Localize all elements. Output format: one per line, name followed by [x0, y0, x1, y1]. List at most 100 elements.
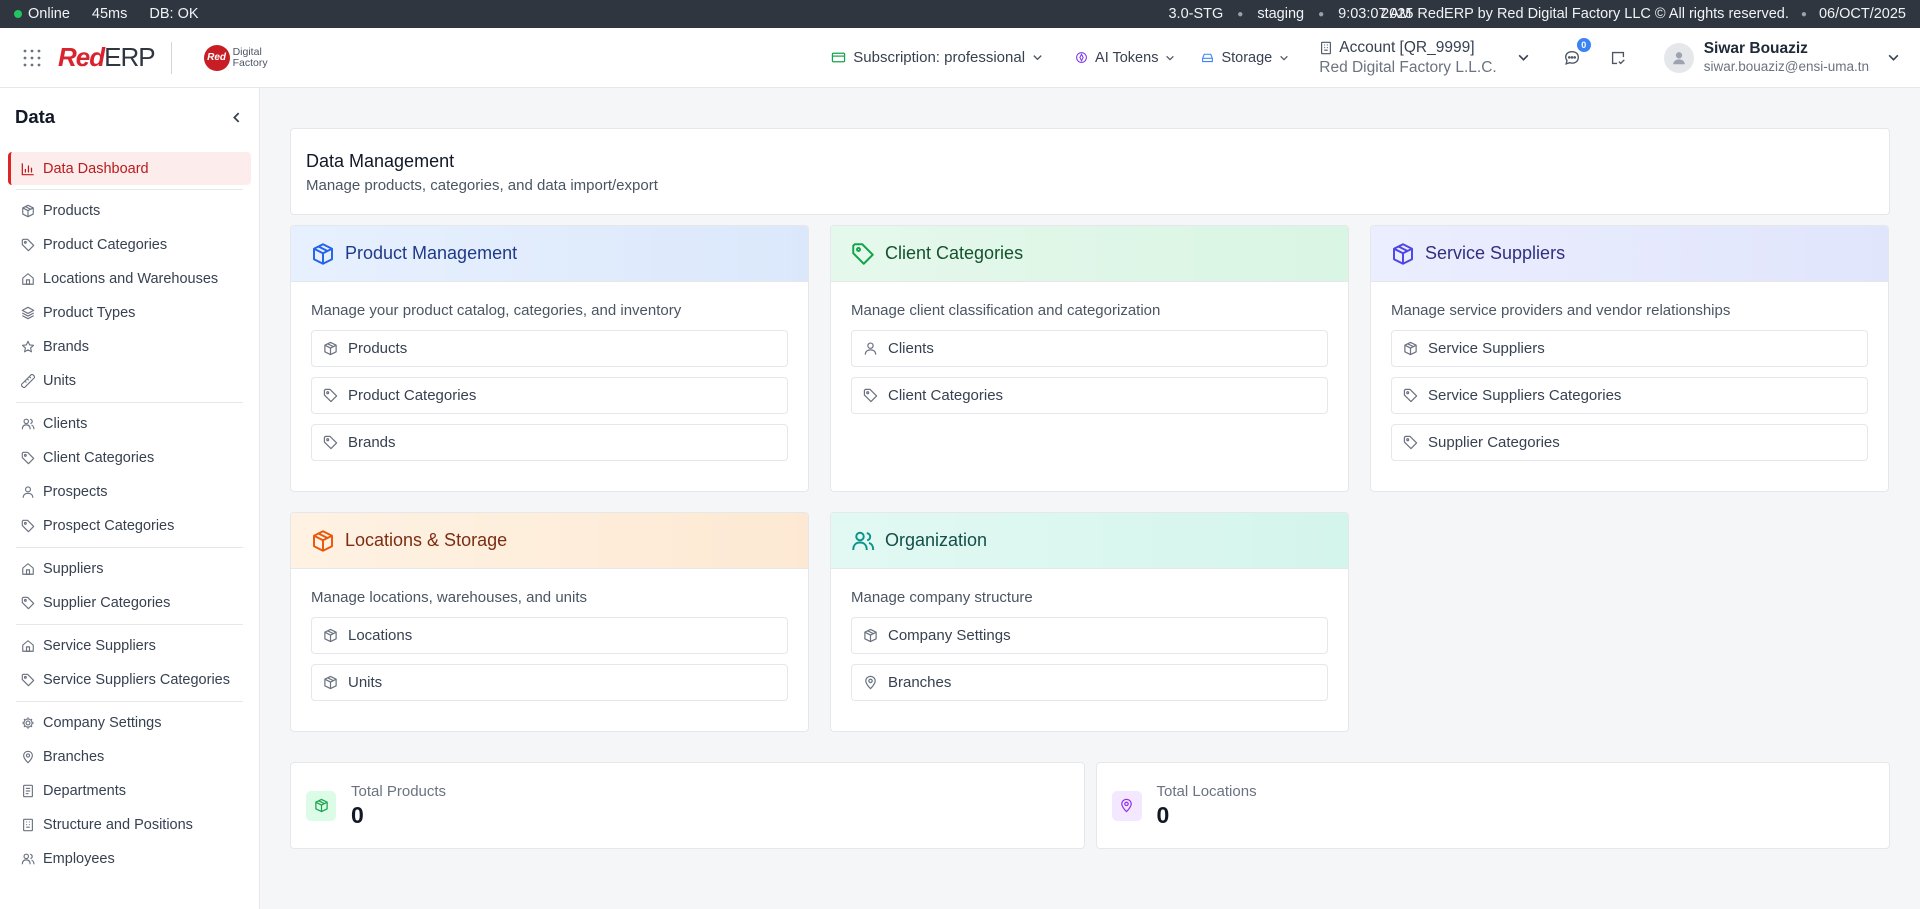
collapse-sidebar-icon[interactable] [230, 111, 243, 124]
credit-card-icon [831, 50, 846, 65]
box-icon [323, 341, 338, 356]
separator-dot-icon: ● [1237, 8, 1244, 20]
sidebar-item-structure-positions[interactable]: Structure and Positions [8, 808, 251, 842]
separator-dot-icon: ● [1800, 8, 1807, 20]
link-branches[interactable]: Branches [851, 664, 1328, 701]
users-icon [851, 529, 875, 553]
link-service-suppliers-categories[interactable]: Service Suppliers Categories [1391, 377, 1868, 414]
tag-icon [323, 435, 338, 450]
sidebar-item-prospect-categories[interactable]: Prospect Categories [8, 509, 251, 543]
locations-storage-card: Locations & Storage Manage locations, wa… [290, 512, 809, 732]
link-locations[interactable]: Locations [311, 617, 788, 654]
chevron-down-icon [1165, 53, 1175, 63]
messages-button[interactable]: 0 [1560, 37, 1591, 70]
box-icon [306, 790, 336, 821]
sidebar-item-company-settings[interactable]: Company Settings [8, 706, 251, 740]
chevron-down-icon [1887, 51, 1900, 64]
sidebar-item-service-suppliers-categories[interactable]: Service Suppliers Categories [8, 663, 251, 697]
divider [16, 189, 243, 190]
user-menu[interactable]: Siwar Bouaziz siwar.bouaziz@ensi-uma.tn [1663, 40, 1900, 76]
sidebar-item-product-types[interactable]: Product Types [8, 296, 251, 330]
rederp-logo[interactable]: Red ERP [58, 42, 156, 73]
sidebar-item-products[interactable]: Products [8, 194, 251, 228]
user-icon [863, 341, 878, 356]
layers-icon [21, 306, 35, 320]
apps-grid-icon[interactable] [20, 46, 44, 70]
sidebar-item-units[interactable]: Units [8, 364, 251, 398]
tag-icon [21, 596, 35, 610]
subscription-dropdown[interactable]: Subscription: professional [831, 49, 1043, 66]
box-icon [323, 675, 338, 690]
box-icon [863, 628, 878, 643]
box-icon [323, 628, 338, 643]
box-icon [1391, 242, 1415, 266]
account-switcher[interactable]: Account [QR_9999] Red Digital Factory L.… [1319, 38, 1529, 78]
sidebar-item-locations-warehouses[interactable]: Locations and Warehouses [8, 262, 251, 296]
online-dot-icon [14, 10, 22, 18]
chevron-down-icon [1279, 53, 1289, 63]
sidebar-item-departments[interactable]: Departments [8, 774, 251, 808]
ruler-icon [21, 374, 35, 388]
sidebar-item-product-categories[interactable]: Product Categories [8, 228, 251, 262]
status-bar: Online 45ms DB: OK 3.0-STG ● staging ● 9… [0, 0, 1920, 28]
sidebar-item-client-categories[interactable]: Client Categories [8, 441, 251, 475]
gear-icon [21, 716, 35, 730]
divider [16, 624, 243, 625]
link-client-categories[interactable]: Client Categories [851, 377, 1328, 414]
online-status: Online [14, 6, 70, 22]
link-product-categories[interactable]: Product Categories [311, 377, 788, 414]
divider [16, 701, 243, 702]
map-pin-icon [1111, 790, 1142, 821]
card-header: Locations & Storage [291, 513, 808, 569]
link-brands[interactable]: Brands [311, 424, 788, 461]
chevron-down-icon [1517, 51, 1530, 64]
ai-tokens-dropdown[interactable]: AI Tokens [1075, 50, 1175, 66]
sidebar-item-brands[interactable]: Brands [8, 330, 251, 364]
sidebar-item-service-suppliers[interactable]: Service Suppliers [8, 629, 251, 663]
link-units[interactable]: Units [311, 664, 788, 701]
tag-icon [1403, 435, 1418, 450]
service-suppliers-card: Service Suppliers Manage service provide… [1370, 225, 1889, 492]
link-company-settings[interactable]: Company Settings [851, 617, 1328, 654]
user-icon [1670, 49, 1688, 67]
link-supplier-categories[interactable]: Supplier Categories [1391, 424, 1868, 461]
tasks-button[interactable] [1606, 46, 1630, 70]
digital-factory-logo: Red Digital Factory [203, 44, 268, 71]
sidebar-item-data-dashboard[interactable]: Data Dashboard [8, 152, 251, 185]
latency-readout: 45ms [91, 6, 128, 22]
card-header: Client Categories [831, 226, 1348, 282]
client-categories-card: Client Categories Manage client classifi… [830, 225, 1349, 492]
box-icon [21, 204, 35, 218]
link-products[interactable]: Products [311, 330, 788, 367]
current-date: 06/OCT/2025 [1818, 6, 1906, 22]
sidebar: Data Data Dashboard Products Product Cat… [0, 88, 260, 909]
tag-icon [1403, 388, 1418, 403]
version-label: 3.0-STG [1168, 6, 1224, 22]
card-header: Service Suppliers [1371, 226, 1888, 282]
organization-card: Organization Manage company structure Co… [830, 512, 1349, 732]
box-icon [311, 242, 335, 266]
sidebar-item-suppliers[interactable]: Suppliers [8, 552, 251, 586]
sidebar-item-prospects[interactable]: Prospects [8, 475, 251, 509]
users-icon [21, 852, 35, 866]
link-clients[interactable]: Clients [851, 330, 1328, 367]
building-icon [21, 818, 35, 832]
map-pin-icon [21, 750, 35, 764]
sidebar-item-clients[interactable]: Clients [8, 407, 251, 441]
copyright-text: 2025 RedERP by Red Digital Factory LLC ©… [1381, 6, 1789, 22]
tag-icon [21, 451, 35, 465]
sidebar-item-supplier-categories[interactable]: Supplier Categories [8, 586, 251, 620]
total-locations-stat: Total Locations 0 [1095, 762, 1890, 849]
divider [16, 402, 243, 403]
tag-icon [863, 388, 878, 403]
sidebar-item-branches[interactable]: Branches [8, 740, 251, 774]
separator-dot-icon: ● [1318, 8, 1325, 20]
document-icon [21, 784, 35, 798]
sidebar-title: Data [15, 106, 56, 127]
home-icon [21, 639, 35, 653]
card-header: Product Management [291, 226, 808, 282]
tag-icon [323, 388, 338, 403]
sidebar-item-employees[interactable]: Employees [8, 842, 251, 876]
link-service-suppliers[interactable]: Service Suppliers [1391, 330, 1868, 367]
storage-dropdown[interactable]: Storage [1201, 50, 1289, 66]
